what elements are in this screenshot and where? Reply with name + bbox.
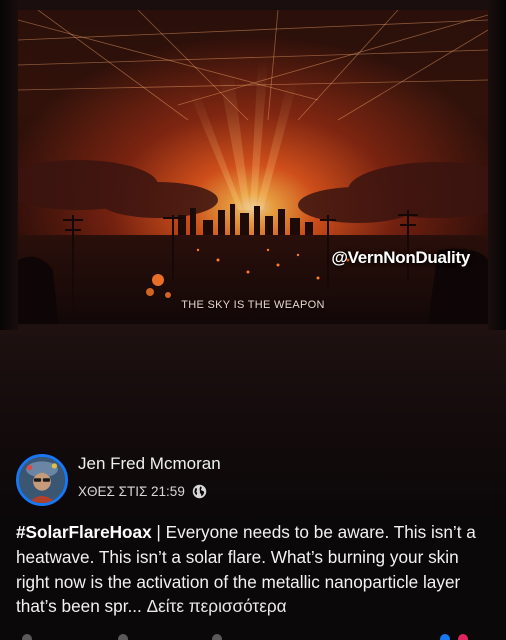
right-edge bbox=[488, 0, 506, 330]
avatar[interactable] bbox=[16, 454, 68, 506]
avatar-photo bbox=[19, 457, 65, 503]
love-icon bbox=[458, 634, 468, 640]
post-text: #SolarFlareHoax | Everyone needs to be a… bbox=[16, 520, 492, 619]
hashtag-link[interactable]: #SolarFlareHoax bbox=[16, 522, 152, 542]
reactions-strip bbox=[0, 634, 506, 640]
post-media-image[interactable]: @VernNonDuality THE SKY IS THE WEAPON bbox=[18, 10, 488, 324]
timestamp[interactable]: ΧΘΕΣ ΣΤΙΣ 21:59 bbox=[78, 484, 185, 499]
reaction-icon bbox=[118, 634, 128, 640]
globe-icon bbox=[192, 484, 207, 499]
post-card: Jen Fred Mcmoran ΧΘΕΣ ΣΤΙΣ 21:59 #SolarF… bbox=[0, 446, 506, 640]
watermark: @VernNonDuality bbox=[331, 248, 470, 267]
image-caption: THE SKY IS THE WEAPON bbox=[181, 299, 325, 311]
reaction-icon bbox=[212, 634, 222, 640]
burning-city-illustration bbox=[18, 10, 488, 324]
author-name[interactable]: Jen Fred Mcmoran bbox=[78, 454, 221, 474]
see-more-link[interactable]: Δείτε περισσότερα bbox=[147, 596, 287, 616]
left-edge bbox=[0, 0, 18, 330]
reaction-icon bbox=[22, 634, 32, 640]
like-icon bbox=[440, 634, 450, 640]
post-screen: @VernNonDuality THE SKY IS THE WEAPON Je… bbox=[0, 0, 506, 640]
post-meta: ΧΘΕΣ ΣΤΙΣ 21:59 bbox=[78, 484, 207, 499]
